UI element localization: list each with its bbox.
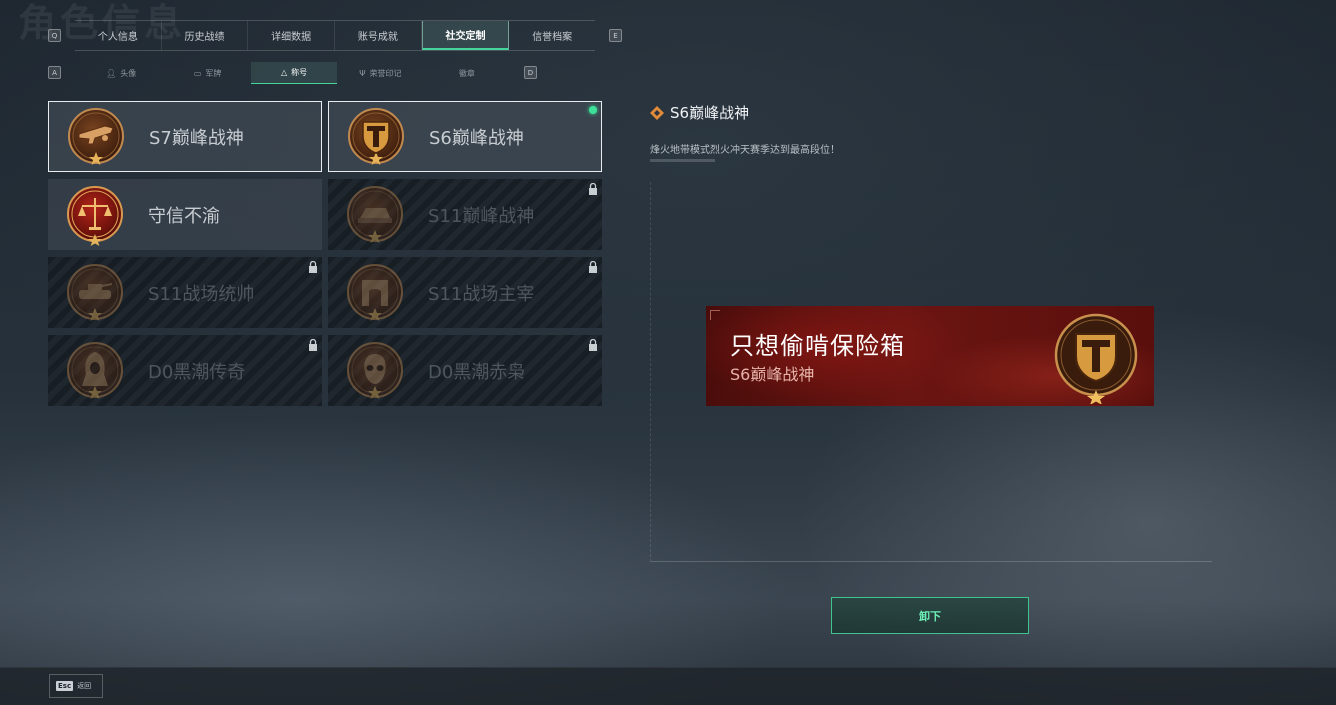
diamond-icon xyxy=(650,105,664,120)
scales-medal-icon xyxy=(67,185,123,246)
weapon-medal-icon xyxy=(65,106,127,168)
next-subtab-key-hint[interactable]: D xyxy=(524,66,537,79)
title-card-label: S7巅峰战神 xyxy=(149,127,244,149)
title-card-label: D0黑潮传奇 xyxy=(148,361,246,383)
subtab-honor-label: 荣誉印记 xyxy=(369,68,402,78)
subtab-badge-label: 徽章 xyxy=(458,68,475,78)
title-card-s11-dominator[interactable]: S11战场主宰 xyxy=(328,257,602,328)
title-card-label: 守信不渝 xyxy=(148,205,220,227)
unequip-button[interactable]: 卸下 xyxy=(831,597,1029,634)
lock-icon xyxy=(309,339,317,351)
title-card-s11-peak[interactable]: S11巅峰战神 xyxy=(328,179,602,250)
tab-social-custom[interactable]: 社交定制 xyxy=(421,21,510,50)
subtab-dogtag[interactable]: ▭ 军牌 xyxy=(164,62,250,84)
lock-icon xyxy=(309,261,317,273)
top-tab-bar: 个人信息 历史战绩 详细数据 账号成就 社交定制 信誉档案 xyxy=(75,20,595,51)
gate-medal-icon xyxy=(344,262,406,324)
title-card-label: S11战场统帅 xyxy=(148,283,255,305)
detail-divider xyxy=(650,159,715,162)
esc-key-hint: Esc xyxy=(56,681,74,691)
tab-detailed-stats[interactable]: 详细数据 xyxy=(248,21,336,50)
sub-tab-bar: 👤︎ 头像 ▭ 军牌 △ 称号 Ψ 荣誉印记 徽章 xyxy=(78,62,510,84)
subtab-title-label: 称号 xyxy=(291,68,308,77)
subtab-badge[interactable]: 徽章 xyxy=(424,62,510,84)
honor-icon: Ψ xyxy=(359,68,366,78)
equipped-indicator xyxy=(589,106,597,114)
person-icon: 👤︎ xyxy=(106,68,117,78)
dogtag-icon: ▭ xyxy=(193,68,202,78)
title-preview-banner: 只想偷啃保险箱 S6巅峰战神 xyxy=(706,306,1154,406)
tab-achievements[interactable]: 账号成就 xyxy=(335,21,422,50)
title-card-s11-commander[interactable]: S11战场统帅 xyxy=(48,257,322,328)
title-card-trustworthy[interactable]: 守信不渝 xyxy=(48,179,322,250)
prev-tab-key-hint[interactable]: Q xyxy=(48,29,61,42)
back-label: 返回 xyxy=(77,682,92,690)
subtab-honor[interactable]: Ψ 荣誉印记 xyxy=(337,62,423,84)
title-card-s6[interactable]: S6巅峰战神 xyxy=(328,101,602,172)
title-grid: S7巅峰战神 S6巅峰战神 守信不渝 S11巅峰战神 S11战场统帅 S11战场… xyxy=(48,101,602,406)
lock-icon xyxy=(589,183,597,195)
lock-icon xyxy=(589,339,597,351)
tab-match-history[interactable]: 历史战绩 xyxy=(162,21,249,50)
title-icon: △ xyxy=(280,68,288,77)
shield-t-medal-icon xyxy=(345,106,407,168)
banner-corner-decoration xyxy=(710,310,720,320)
shield-t-medal-icon xyxy=(1054,313,1138,404)
vehicle-medal-icon xyxy=(344,184,406,246)
back-button[interactable]: Esc 返回 xyxy=(49,674,103,698)
detail-description: 烽火地带模式烈火冲天赛季达到最高段位！ xyxy=(650,145,840,156)
title-card-d0-owl[interactable]: D0黑潮赤枭 xyxy=(328,335,602,406)
skull-mask-medal-icon xyxy=(344,340,406,402)
hooded-figure-medal-icon xyxy=(64,340,126,402)
subtab-avatar-label: 头像 xyxy=(120,68,137,78)
title-card-label: S11巅峰战神 xyxy=(428,205,535,227)
title-card-s7[interactable]: S7巅峰战神 xyxy=(48,101,322,172)
lock-icon xyxy=(589,261,597,273)
title-card-label: S6巅峰战神 xyxy=(429,127,524,149)
title-card-d0-legend[interactable]: D0黑潮传奇 xyxy=(48,335,322,406)
tank-medal-icon xyxy=(64,262,126,324)
tab-credit-record[interactable]: 信誉档案 xyxy=(509,21,595,50)
banner-title: S6巅峰战神 xyxy=(730,365,815,384)
prev-subtab-key-hint[interactable]: A xyxy=(48,66,61,79)
subtab-title[interactable]: △ 称号 xyxy=(250,62,338,84)
next-tab-key-hint[interactable]: E xyxy=(609,29,622,42)
detail-header: S6巅峰战神 xyxy=(650,102,749,123)
subtab-avatar[interactable]: 👤︎ 头像 xyxy=(78,62,164,84)
title-card-label: S11战场主宰 xyxy=(428,283,535,305)
detail-title: S6巅峰战神 xyxy=(670,104,750,122)
subtab-dogtag-label: 军牌 xyxy=(205,68,222,78)
banner-player-name: 只想偷啃保险箱 xyxy=(730,332,905,360)
title-card-label: D0黑潮赤枭 xyxy=(428,361,526,383)
tab-personal-info[interactable]: 个人信息 xyxy=(75,21,162,50)
bottom-bar xyxy=(0,667,1336,705)
